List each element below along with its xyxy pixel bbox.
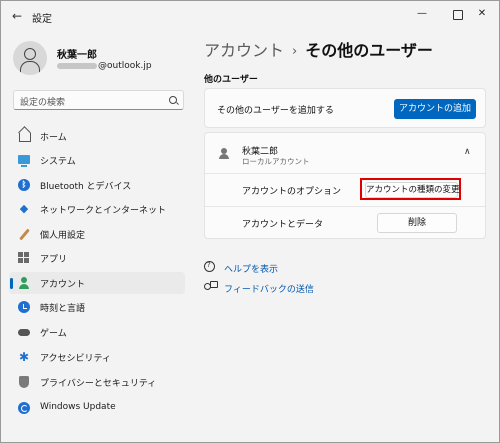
feedback-link-text[interactable]: フィードバックの送信 <box>224 282 314 295</box>
add-account-button[interactable]: アカウントの追加 <box>394 99 476 119</box>
account-data-row: アカウントとデータ 削除 <box>205 206 485 239</box>
bluetooth-icon: ᛒ <box>18 179 30 191</box>
window-title: 設定 <box>32 14 52 25</box>
close-button[interactable]: ✕ <box>475 7 489 21</box>
profile-email: @outlook.jp <box>57 61 152 71</box>
sidebar-item-label: Bluetooth とデバイス <box>40 182 132 192</box>
profile-email-suffix: @outlook.jp <box>98 61 152 71</box>
feedback-icon <box>204 281 218 293</box>
account-options-row: アカウントのオプション アカウントの種類の変更 <box>205 173 485 207</box>
accounts-icon <box>18 277 30 289</box>
add-user-label: その他のユーザーを追加する <box>217 106 334 116</box>
breadcrumb: アカウント › その他のユーザー <box>204 37 433 61</box>
network-icon: ◆ <box>19 202 29 215</box>
shield-icon <box>18 376 30 388</box>
page-title: その他のユーザー <box>305 41 433 60</box>
sidebar-item-gaming[interactable]: ゲーム <box>9 321 185 343</box>
avatar[interactable] <box>13 41 47 75</box>
sidebar-item-label: Windows Update <box>40 402 116 412</box>
user-icon <box>219 148 229 159</box>
home-icon <box>19 133 31 142</box>
minimize-button[interactable]: — <box>415 7 429 21</box>
account-data-label: アカウントとデータ <box>242 220 324 230</box>
sidebar-item-label: プライバシーとセキュリティ <box>40 379 157 389</box>
accessibility-icon: ✱ <box>18 350 30 364</box>
search-placeholder: 設定の検索 <box>20 98 66 108</box>
search-icon[interactable] <box>169 96 177 104</box>
sidebar-item-label: アクセシビリティ <box>40 354 112 364</box>
personalization-icon <box>18 228 30 240</box>
change-account-type-button[interactable]: アカウントの種類の変更 <box>365 182 460 198</box>
highlight-box: アカウントの種類の変更 <box>360 178 461 200</box>
help-icon <box>204 261 216 273</box>
sidebar-item-bluetooth[interactable]: ᛒ Bluetooth とデバイス <box>9 174 185 196</box>
settings-window: ← 設定 — ✕ 秋葉一郎 @outlook.jp 設定の検索 ホーム システム… <box>0 0 500 443</box>
sidebar-item-system[interactable]: システム <box>9 149 185 171</box>
user-head-icon <box>24 48 36 60</box>
section-title: 他のユーザー <box>204 75 258 85</box>
maximize-button[interactable] <box>451 7 465 21</box>
back-arrow-icon[interactable]: ← <box>12 9 22 23</box>
user-card-header[interactable]: 秋葉二郎 ローカルアカウント ∧ <box>205 133 485 174</box>
sidebar-item-home[interactable]: ホーム <box>9 125 185 147</box>
user-account-type: ローカルアカウント <box>242 157 310 166</box>
title-bar: ← 設定 — ✕ <box>1 1 499 31</box>
sidebar-item-apps[interactable]: アプリ <box>9 247 185 269</box>
sidebar-item-accounts[interactable]: アカウント <box>9 272 185 294</box>
sidebar-item-label: 個人用設定 <box>40 231 86 241</box>
system-icon <box>18 155 30 167</box>
chevron-up-icon[interactable]: ∧ <box>464 147 471 157</box>
add-user-card: その他のユーザーを追加する アカウントの追加 <box>204 88 486 128</box>
sidebar-item-label: ゲーム <box>40 329 67 339</box>
user-card: 秋葉二郎 ローカルアカウント ∧ アカウントのオプション アカウントの種類の変更… <box>204 132 486 239</box>
sidebar-item-label: システム <box>40 157 76 167</box>
redacted-email-mask <box>57 62 97 69</box>
time-language-icon <box>18 301 30 313</box>
sidebar-item-network[interactable]: ◆ ネットワークとインターネット <box>9 198 185 220</box>
help-link-text[interactable]: ヘルプを表示 <box>224 262 278 275</box>
breadcrumb-separator-icon: › <box>292 44 298 59</box>
sidebar-item-personalization[interactable]: 個人用設定 <box>9 223 185 245</box>
sidebar-item-windows-update[interactable]: Windows Update <box>9 397 185 419</box>
sidebar-item-privacy[interactable]: プライバシーとセキュリティ <box>9 371 185 393</box>
sidebar-item-time-language[interactable]: 時刻と言語 <box>9 296 185 318</box>
user-body-icon <box>20 61 40 74</box>
search-input[interactable]: 設定の検索 <box>13 90 184 110</box>
active-indicator <box>10 278 13 289</box>
sidebar-item-label: 時刻と言語 <box>40 304 86 314</box>
sidebar-item-label: アカウント <box>40 280 86 290</box>
apps-icon <box>18 252 30 264</box>
sidebar-item-label: ホーム <box>40 133 67 143</box>
windows-update-icon <box>18 402 30 414</box>
sidebar-item-label: アプリ <box>40 255 68 265</box>
gaming-icon <box>18 326 30 338</box>
profile-name: 秋葉一郎 <box>57 50 97 61</box>
sidebar-item-label: ネットワークとインターネット <box>40 206 167 216</box>
maximize-icon <box>453 10 463 20</box>
delete-button[interactable]: 削除 <box>377 213 457 233</box>
breadcrumb-parent[interactable]: アカウント <box>204 41 284 60</box>
account-options-label: アカウントのオプション <box>242 187 342 197</box>
sidebar-item-accessibility[interactable]: ✱ アクセシビリティ <box>9 346 185 368</box>
